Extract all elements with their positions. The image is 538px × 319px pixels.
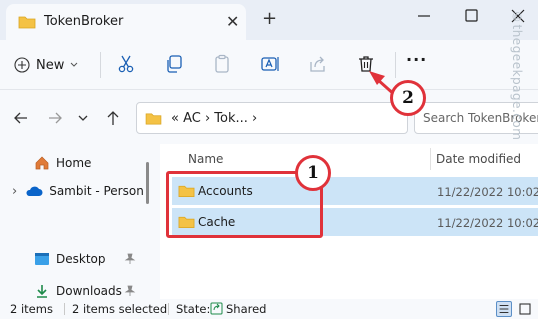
cut-icon[interactable]: [116, 54, 136, 74]
toolbar-separator: [395, 52, 396, 78]
back-arrow-icon[interactable]: [12, 109, 30, 127]
paste-icon[interactable]: [212, 54, 232, 74]
copy-icon[interactable]: [164, 54, 184, 74]
recent-chevron-icon[interactable]: [74, 109, 92, 127]
share-icon[interactable]: [308, 54, 328, 74]
minimize-button[interactable]: [414, 6, 434, 26]
pin-icon[interactable]: [124, 253, 136, 265]
address-path: « AC › Tok... ›: [171, 111, 258, 126]
rename-icon[interactable]: [260, 54, 280, 74]
tab-tokenbroker[interactable]: TokenBroker ✕: [6, 4, 246, 40]
sidebar-item-onedrive[interactable]: › Sambit - Person: [0, 180, 150, 202]
new-button[interactable]: New: [14, 52, 78, 78]
details-view-button[interactable]: [496, 301, 512, 317]
sidebar-item-label: Desktop: [56, 252, 106, 266]
tiles-view-button[interactable]: [518, 301, 534, 317]
maximize-button[interactable]: [462, 6, 482, 26]
up-arrow-icon[interactable]: [104, 109, 122, 127]
status-separator: [168, 303, 169, 315]
sidebar-item-home[interactable]: Home: [0, 152, 150, 174]
desktop-icon: [35, 253, 49, 265]
shared-icon: [210, 302, 223, 315]
forward-arrow-icon[interactable]: [46, 109, 64, 127]
status-state-value: Shared: [226, 302, 267, 316]
address-bar[interactable]: « AC › Tok... ›: [136, 102, 408, 134]
status-bar: 2 items 2 items selected State: Shared: [0, 299, 538, 319]
sidebar-item-label: Downloads: [56, 284, 122, 298]
annotation-badge-2: 2: [390, 80, 426, 116]
plus-circle-icon: [14, 57, 30, 73]
tab-close-button[interactable]: ✕: [226, 12, 239, 31]
status-separator: [64, 303, 65, 315]
file-date: 11/22/2022 10:02 AI: [437, 185, 538, 199]
annotation-badge-1: 1: [295, 155, 331, 191]
column-header-name[interactable]: Name: [188, 152, 223, 166]
cloud-icon: [26, 186, 43, 196]
navigation-bar: « AC › Tok... › Search TokenBroker: [0, 92, 538, 144]
more-options-button[interactable]: ···: [406, 50, 427, 69]
delete-icon[interactable]: [356, 54, 376, 74]
command-bar: New ···: [0, 40, 538, 90]
navigation-pane: Home › Sambit - Person Desktop Downloads: [0, 144, 156, 299]
status-item-count: 2 items: [10, 302, 53, 316]
title-bar: TokenBroker ✕ +: [0, 0, 538, 40]
column-header-date[interactable]: Date modified: [436, 152, 521, 166]
pin-icon[interactable]: [124, 285, 136, 297]
watermark: ©thegeekpage.com: [510, 10, 524, 141]
new-tab-button[interactable]: +: [262, 8, 277, 29]
status-state-label: State:: [176, 302, 211, 316]
expand-chevron-icon[interactable]: ›: [12, 184, 17, 199]
chevron-down-icon: [71, 62, 78, 67]
download-icon: [37, 285, 47, 298]
folder-icon: [18, 16, 36, 29]
sidebar-item-label: Home: [56, 156, 92, 170]
sidebar-item-desktop[interactable]: Desktop: [0, 248, 150, 270]
sidebar-item-label: Sambit - Person: [49, 184, 144, 198]
tab-title: TokenBroker: [44, 14, 124, 29]
sidebar-scrollbar[interactable]: [146, 162, 149, 204]
new-button-label: New: [36, 57, 65, 73]
toolbar-separator: [100, 52, 101, 78]
folder-icon: [145, 113, 162, 125]
status-selected: 2 items selected: [72, 302, 168, 316]
file-date: 11/22/2022 10:02 AI: [437, 216, 538, 230]
home-icon: [35, 156, 49, 170]
column-divider[interactable]: [430, 148, 431, 170]
